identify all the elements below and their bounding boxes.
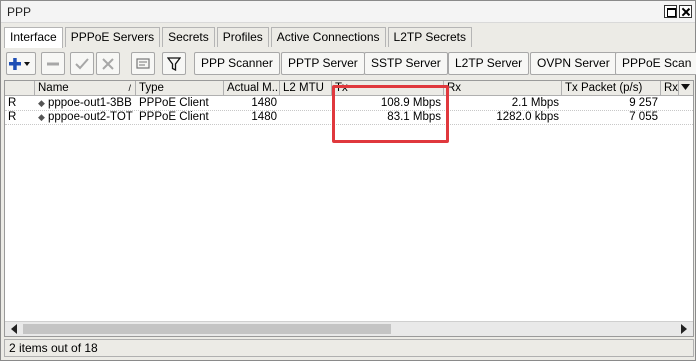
disable-button[interactable] bbox=[96, 52, 120, 75]
item-count-status: 2 items out of 18 bbox=[9, 341, 98, 355]
enable-icon bbox=[75, 57, 89, 69]
row-actual-mtu: 1480 bbox=[251, 111, 277, 123]
ppp-window: PPP Interface PPPoE Servers Secrets Prof… bbox=[0, 0, 696, 361]
column-header-tx[interactable]: Tx bbox=[332, 81, 444, 96]
ppp-scanner-button[interactable]: PPP Scanner bbox=[194, 52, 280, 75]
filter-button[interactable] bbox=[162, 52, 186, 75]
add-dropdown-icon bbox=[9, 57, 30, 70]
sort-indicator-icon: / bbox=[128, 83, 131, 93]
row-name-label: pppoe-out2-TOT bbox=[48, 111, 133, 123]
tab-secrets[interactable]: Secrets bbox=[162, 27, 215, 47]
toolbar: PPP Scanner PPTP Server SSTP Server L2TP… bbox=[4, 51, 696, 77]
column-header-rx[interactable]: Rx bbox=[444, 81, 562, 96]
column-header-tx-packet[interactable]: Tx Packet (p/s) bbox=[562, 81, 661, 96]
enable-button[interactable] bbox=[70, 52, 94, 75]
tab-profiles[interactable]: Profiles bbox=[216, 27, 269, 47]
interface-link-icon: ◆ bbox=[38, 98, 45, 108]
column-header-type[interactable]: Type bbox=[136, 81, 224, 96]
table-row[interactable]: R ◆ pppoe-out1-3BB PPPoE Client 1480 108.… bbox=[5, 97, 693, 111]
scrollbar-thumb[interactable] bbox=[23, 324, 391, 334]
scroll-left-icon[interactable] bbox=[11, 324, 17, 334]
row-tx-packet: 9 257 bbox=[629, 97, 658, 109]
row-type: PPPoE Client bbox=[139, 111, 209, 123]
interface-link-icon: ◆ bbox=[38, 112, 45, 122]
comment-button[interactable] bbox=[131, 52, 155, 75]
ovpn-server-button[interactable]: OVPN Server bbox=[530, 52, 617, 75]
column-header-l2-mtu[interactable]: L2 MTU bbox=[280, 81, 332, 96]
table-row[interactable]: R ◆ pppoe-out2-TOT PPPoE Client 1480 83.1… bbox=[5, 111, 693, 125]
table-header: Name / Type Actual M... L2 MTU Tx Rx Tx P… bbox=[5, 81, 693, 96]
filter-icon bbox=[167, 56, 181, 71]
row-name: ◆ pppoe-out2-TOT bbox=[35, 111, 136, 125]
row-rx: 2.1 Mbps bbox=[511, 97, 559, 109]
tab-active-connections[interactable]: Active Connections bbox=[270, 27, 386, 47]
chevron-down-icon bbox=[681, 84, 690, 90]
column-header-rx-packet[interactable]: Rx bbox=[661, 81, 679, 96]
row-actual-mtu: 1480 bbox=[251, 97, 277, 109]
scroll-right-icon[interactable] bbox=[681, 324, 687, 334]
pppoe-scan-button[interactable]: PPPoE Scan bbox=[615, 52, 696, 75]
column-header-name-label: Name bbox=[38, 82, 69, 94]
status-bar: 2 items out of 18 bbox=[4, 339, 694, 357]
row-flag: R bbox=[8, 97, 17, 109]
window-title: PPP bbox=[7, 5, 32, 19]
pptp-server-button[interactable]: PPTP Server bbox=[281, 52, 365, 75]
row-name: ◆ pppoe-out1-3BB bbox=[35, 97, 136, 111]
row-l2-mtu bbox=[280, 111, 332, 125]
remove-icon bbox=[47, 62, 59, 65]
column-header-actual-mtu[interactable]: Actual M... bbox=[224, 81, 280, 96]
column-header-flag[interactable] bbox=[5, 81, 35, 96]
column-header-name[interactable]: Name / bbox=[35, 81, 136, 96]
interface-table: Name / Type Actual M... L2 MTU Tx Rx Tx P… bbox=[4, 80, 694, 337]
close-button[interactable] bbox=[679, 5, 692, 18]
disable-icon bbox=[102, 57, 114, 70]
tab-interface[interactable]: Interface bbox=[4, 27, 63, 48]
title-bar: PPP bbox=[1, 1, 695, 23]
row-tx: 83.1 Mbps bbox=[387, 111, 441, 123]
column-menu-button[interactable] bbox=[679, 81, 693, 96]
row-type: PPPoE Client bbox=[139, 97, 209, 109]
tab-l2tp-secrets[interactable]: L2TP Secrets bbox=[387, 27, 472, 47]
tab-pppoe-servers[interactable]: PPPoE Servers bbox=[64, 27, 161, 47]
remove-button[interactable] bbox=[41, 52, 65, 75]
row-rx: 1282.0 kbps bbox=[496, 111, 559, 123]
comment-icon bbox=[136, 57, 150, 69]
tab-bar: Interface PPPoE Servers Secrets Profiles… bbox=[4, 27, 474, 48]
add-button[interactable] bbox=[6, 52, 36, 75]
l2tp-server-button[interactable]: L2TP Server bbox=[448, 52, 530, 75]
row-name-label: pppoe-out1-3BB bbox=[48, 97, 132, 109]
row-l2-mtu bbox=[280, 97, 332, 111]
row-tx-packet: 7 055 bbox=[629, 111, 658, 123]
row-tx: 108.9 Mbps bbox=[380, 97, 441, 109]
row-flag: R bbox=[8, 111, 17, 123]
horizontal-scrollbar[interactable] bbox=[5, 321, 693, 336]
maximize-button[interactable] bbox=[664, 5, 677, 18]
sstp-server-button[interactable]: SSTP Server bbox=[364, 52, 448, 75]
